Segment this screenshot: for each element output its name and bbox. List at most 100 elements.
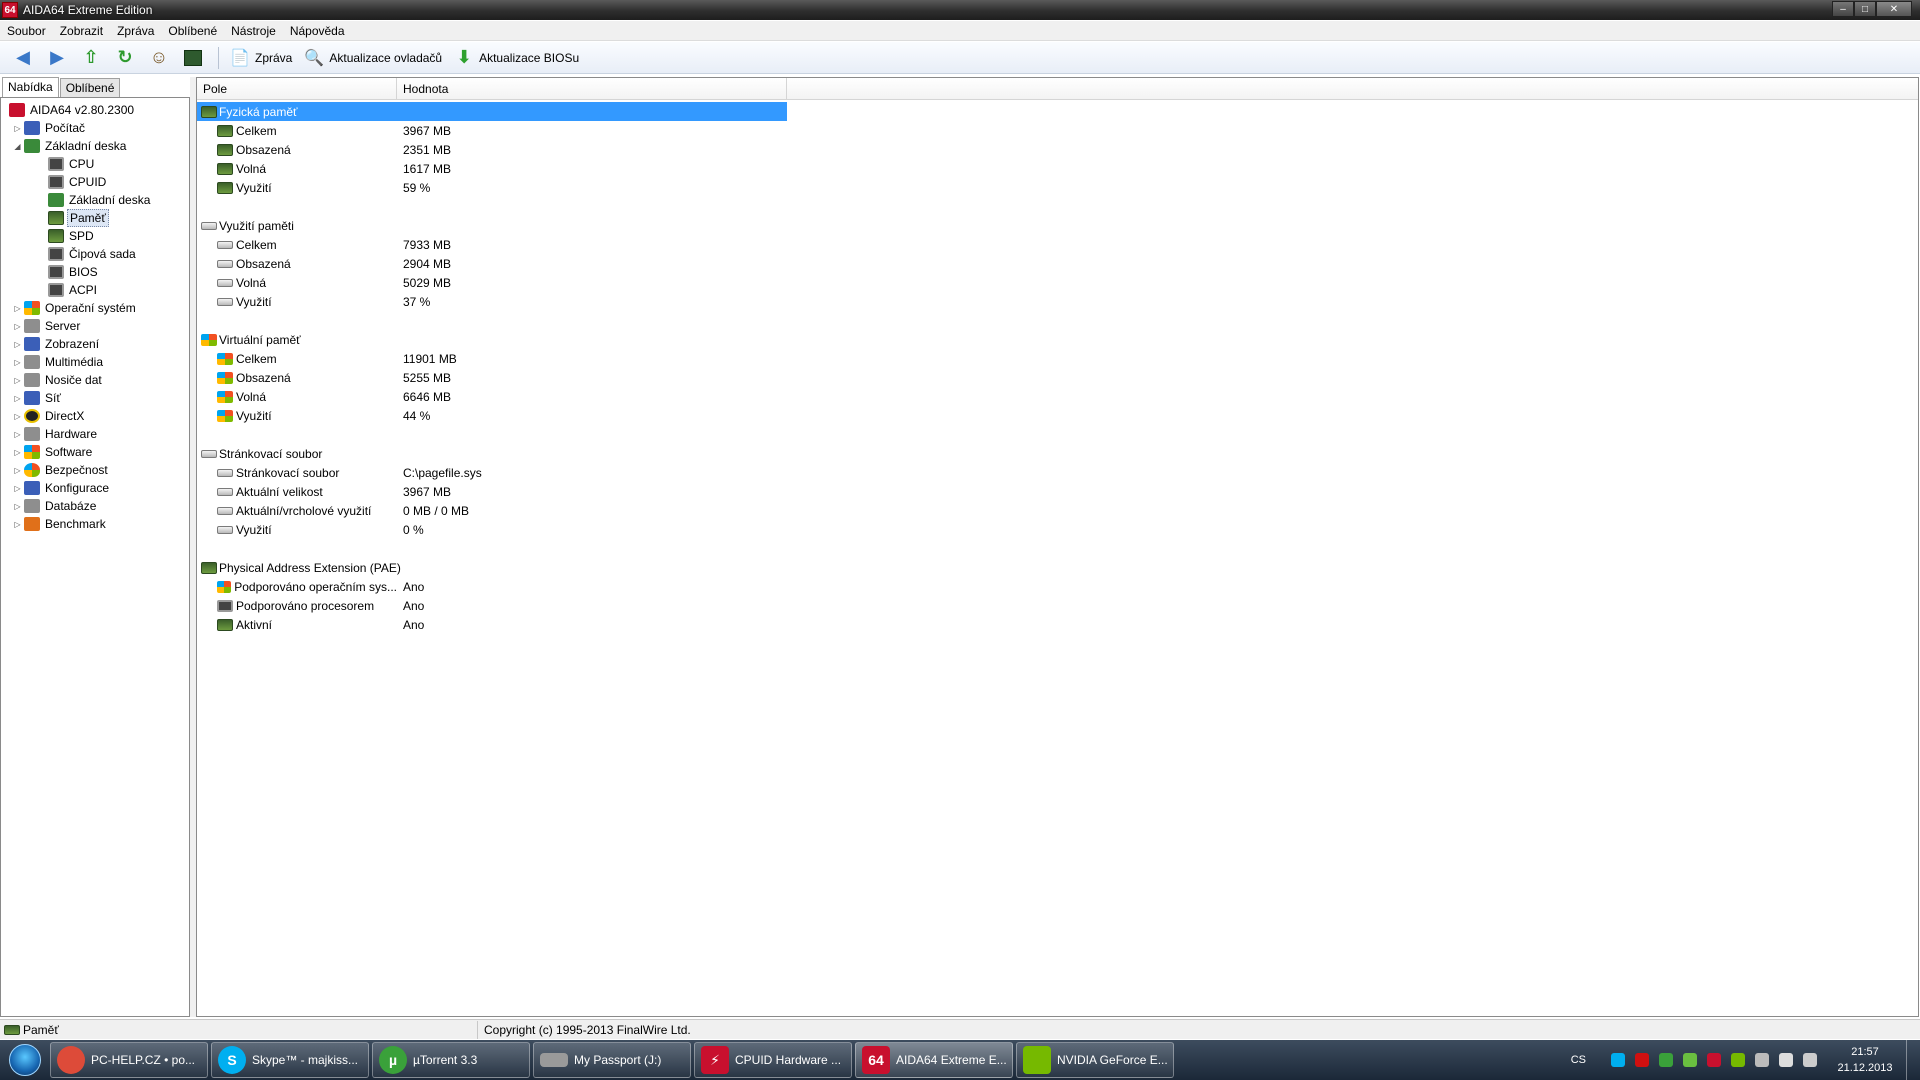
column-field[interactable]: Pole — [197, 78, 397, 100]
tree-item-spd[interactable]: SPD — [46, 227, 96, 245]
menu-favorites[interactable]: Oblíbené — [161, 21, 224, 41]
action-center-flag-icon[interactable] — [1779, 1053, 1793, 1067]
taskbar-item-my-passport[interactable]: My Passport (J:) — [533, 1042, 691, 1078]
tree-item-server[interactable]: ▷ Server — [13, 317, 82, 335]
group-header-paging-file[interactable]: Stránkovací soubor — [197, 444, 1918, 463]
menu-tools[interactable]: Nástroje — [224, 21, 283, 41]
table-row[interactable]: Podporováno procesorem Ano — [197, 596, 1918, 615]
taskbar-item-nvidia[interactable]: NVIDIA GeForce E... — [1016, 1042, 1174, 1078]
tree-item-os[interactable]: ▷ Operační systém — [13, 299, 138, 317]
maximize-button[interactable]: □ — [1854, 1, 1876, 17]
group-header-memory-usage[interactable]: Využití paměti — [197, 216, 1918, 235]
table-row[interactable]: Obsazená 5255 MB — [197, 368, 1918, 387]
menu-view[interactable]: Zobrazit — [53, 21, 110, 41]
tree-item-security[interactable]: ▷ Bezpečnost — [13, 461, 110, 479]
table-row[interactable]: Volná 6646 MB — [197, 387, 1918, 406]
tree-item-bios[interactable]: BIOS — [46, 263, 100, 281]
group-header-pae[interactable]: Physical Address Extension (PAE) — [197, 558, 1918, 577]
bios-update-button[interactable]: ⬇ Aktualizace BIOSu — [449, 45, 582, 71]
aida-tray-icon[interactable] — [1707, 1053, 1721, 1067]
clock[interactable]: 21:57 21.12.2013 — [1830, 1044, 1900, 1076]
expand-icon[interactable]: ▷ — [13, 358, 22, 367]
user-button[interactable]: ☺ — [144, 45, 174, 71]
column-value[interactable]: Hodnota — [397, 78, 787, 100]
driver-update-button[interactable]: 🔍 Aktualizace ovladačů — [299, 45, 445, 71]
forward-button[interactable]: ▶ — [42, 45, 72, 71]
table-row[interactable]: Celkem 11901 MB — [197, 349, 1918, 368]
table-row[interactable]: Obsazená 2351 MB — [197, 140, 1918, 159]
up-button[interactable]: ⇧ — [76, 45, 106, 71]
tree-item-memory[interactable]: Paměť — [46, 209, 109, 227]
tree-item-config[interactable]: ▷ Konfigurace — [13, 479, 111, 497]
taskbar-item-utorrent[interactable]: µ µTorrent 3.3 — [372, 1042, 530, 1078]
back-button[interactable]: ◀ — [8, 45, 38, 71]
tree-item-directx[interactable]: ▷ DirectX — [13, 407, 86, 425]
tree-item-network[interactable]: ▷ Síť — [13, 389, 63, 407]
network-tray-icon[interactable] — [1683, 1053, 1697, 1067]
skype-tray-icon[interactable] — [1611, 1053, 1625, 1067]
table-row[interactable]: Obsazená 2904 MB — [197, 254, 1918, 273]
taskbar-item-skype[interactable]: S Skype™ - majkiss... — [211, 1042, 369, 1078]
table-row[interactable]: Využití 0 % — [197, 520, 1918, 539]
menu-file[interactable]: Soubor — [0, 21, 53, 41]
collapse-icon[interactable]: ◢ — [13, 142, 22, 151]
language-indicator[interactable]: CS — [1571, 1054, 1586, 1066]
table-row[interactable]: Aktuální/vrcholové využití 0 MB / 0 MB — [197, 501, 1918, 520]
taskbar-item-cpuid[interactable]: ⚡ CPUID Hardware ... — [694, 1042, 852, 1078]
tree-item-acpi[interactable]: ACPI — [46, 281, 99, 299]
table-row[interactable]: Využití 44 % — [197, 406, 1918, 425]
tree-item-cpuid[interactable]: CPUID — [46, 173, 108, 191]
tree-item-database[interactable]: ▷ Databáze — [13, 497, 98, 515]
close-button[interactable]: ✕ — [1876, 1, 1912, 17]
expand-icon[interactable]: ▷ — [13, 322, 22, 331]
table-row[interactable]: Využití 59 % — [197, 178, 1918, 197]
table-row[interactable]: Celkem 3967 MB — [197, 121, 1918, 140]
tree-item-software[interactable]: ▷ Software — [13, 443, 94, 461]
expand-icon[interactable]: ▷ — [13, 502, 22, 511]
expand-icon[interactable]: ▷ — [13, 466, 22, 475]
expand-icon[interactable]: ▷ — [13, 376, 22, 385]
start-button[interactable] — [0, 1040, 50, 1080]
table-row[interactable]: Podporováno operačním sys... Ano — [197, 577, 1918, 596]
expand-icon[interactable]: ▷ — [13, 484, 22, 493]
taskbar-item-aida64[interactable]: 64 AIDA64 Extreme E... — [855, 1042, 1013, 1078]
tree-item-chipset[interactable]: Čipová sada — [46, 245, 138, 263]
tree-item-multimedia[interactable]: ▷ Multimédia — [13, 353, 105, 371]
tab-favorites[interactable]: Oblíbené — [59, 78, 121, 97]
report-button[interactable]: 📄 Zpráva — [225, 45, 295, 71]
table-row[interactable]: Aktivní Ano — [197, 615, 1918, 634]
motherboard-button[interactable] — [178, 45, 208, 71]
menu-report[interactable]: Zpráva — [110, 21, 161, 41]
table-row[interactable]: Celkem 7933 MB — [197, 235, 1918, 254]
group-header-physical-memory[interactable]: Fyzická paměť — [197, 102, 1918, 121]
tree-item-aida64[interactable]: AIDA64 v2.80.2300 — [7, 101, 136, 119]
taskbar-item-chrome[interactable]: PC-HELP.CZ • po... — [50, 1042, 208, 1078]
expand-icon[interactable]: ▷ — [13, 304, 22, 313]
menu-help[interactable]: Nápověda — [283, 21, 352, 41]
tree-item-motherboard[interactable]: Základní deska — [46, 191, 152, 209]
table-row[interactable]: Volná 1617 MB — [197, 159, 1918, 178]
expand-icon[interactable]: ▷ — [13, 124, 22, 133]
expand-icon[interactable]: ▷ — [13, 394, 22, 403]
table-row[interactable]: Volná 5029 MB — [197, 273, 1918, 292]
minimize-button[interactable]: – — [1832, 1, 1854, 17]
utorrent-tray-icon[interactable] — [1659, 1053, 1673, 1067]
show-desktop-button[interactable] — [1906, 1040, 1920, 1080]
tree-item-computer[interactable]: ▷ Počítač — [13, 119, 87, 137]
tree-item-motherboard-group[interactable]: ◢ Základní deska — [13, 137, 128, 155]
nvidia-tray-icon[interactable] — [1731, 1053, 1745, 1067]
tree-item-cpu[interactable]: CPU — [46, 155, 96, 173]
expand-icon[interactable]: ▷ — [13, 520, 22, 529]
tree-item-benchmark[interactable]: ▷ Benchmark — [13, 515, 108, 533]
monitor-tray-icon[interactable] — [1803, 1053, 1817, 1067]
refresh-button[interactable]: ↻ — [110, 45, 140, 71]
expand-icon[interactable]: ▷ — [13, 448, 22, 457]
table-row[interactable]: Stránkovací soubor C:\pagefile.sys — [197, 463, 1918, 482]
tree-item-display[interactable]: ▷ Zobrazení — [13, 335, 101, 353]
table-row[interactable]: Využití 37 % — [197, 292, 1918, 311]
expand-icon[interactable]: ▷ — [13, 430, 22, 439]
tree-item-hardware[interactable]: ▷ Hardware — [13, 425, 99, 443]
antivirus-tray-icon[interactable] — [1635, 1053, 1649, 1067]
tree-item-storage[interactable]: ▷ Nosiče dat — [13, 371, 104, 389]
table-row[interactable]: Aktuální velikost 3967 MB — [197, 482, 1918, 501]
